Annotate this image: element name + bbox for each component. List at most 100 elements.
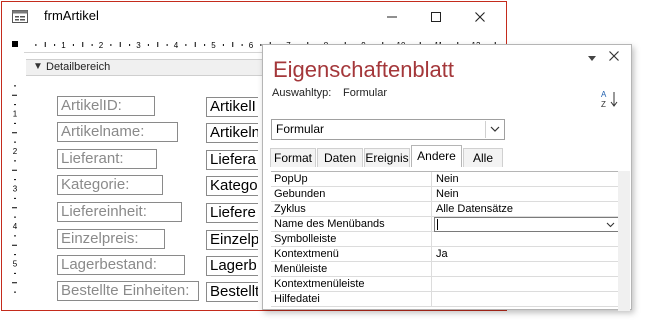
tab-andere[interactable]: Andere (411, 145, 462, 167)
property-row[interactable]: Gebunden Nein (271, 187, 619, 202)
property-value[interactable]: Alle Datensätze (434, 202, 619, 217)
svg-text:A: A (601, 90, 607, 99)
control-field[interactable]: Liefera (206, 150, 258, 170)
ruler-minor-tick (14, 160, 16, 162)
control-label[interactable]: ArtikelID: (57, 96, 155, 116)
object-selector-value: Formular (276, 122, 325, 136)
property-value[interactable] (434, 232, 619, 247)
ruler-tick-label: 2 (99, 41, 104, 50)
ruler-minor-tick (91, 44, 93, 46)
window-titlebar[interactable]: frmArtikel (2, 2, 506, 32)
property-sheet-pane: Eigenschaftenblatt Auswahltyp: Formular … (262, 44, 632, 311)
property-row[interactable]: Name des Menübands (271, 217, 619, 232)
ruler-minor-tick (14, 235, 16, 237)
ruler-tick-label: 1 (13, 110, 18, 119)
collapse-arrow-icon: ▼ (33, 61, 43, 72)
maximize-button[interactable] (414, 2, 458, 32)
property-name: Kontextmenü (271, 247, 432, 262)
tab-format[interactable]: Format (270, 148, 316, 167)
property-row[interactable]: Hilfedatei (271, 292, 619, 307)
sort-az-icon[interactable]: A Z (599, 89, 621, 109)
ruler-minor-tick (12, 94, 17, 96)
property-row[interactable]: Symbolleiste (271, 232, 619, 247)
property-dropdown-button[interactable] (603, 219, 617, 231)
property-row[interactable]: Kontextmenüleiste (271, 277, 619, 292)
property-tabs: Format Daten Ereignis Andere Alle (270, 145, 618, 167)
control-label[interactable]: Lieferant: (57, 149, 157, 169)
dropdown-arrow-icon[interactable] (587, 55, 597, 63)
control-label[interactable]: Einzelpreis: (57, 229, 165, 249)
property-name: Zyklus (271, 202, 432, 217)
ruler-minor-tick (166, 44, 168, 46)
ruler-minor-tick (14, 254, 16, 256)
property-value[interactable] (434, 292, 619, 307)
ruler-minor-tick (35, 44, 37, 46)
tab-ereignis[interactable]: Ereignis (364, 148, 410, 167)
ruler-minor-tick (54, 44, 56, 46)
control-label[interactable]: Lagerbestand: (57, 255, 185, 275)
control-field[interactable]: Lagerb (206, 256, 258, 276)
control-label[interactable]: Liefereinheit: (57, 202, 182, 222)
ruler-tick-label: 6 (249, 41, 254, 50)
ruler-minor-tick (14, 291, 16, 293)
ruler-minor-tick (204, 44, 206, 46)
tab-daten[interactable]: Daten (317, 148, 363, 167)
ruler-minor-tick (147, 44, 149, 46)
property-row[interactable]: Kontextmenü Ja (271, 247, 619, 262)
property-value[interactable]: Ja (434, 247, 619, 262)
ruler-minor-tick (232, 42, 234, 47)
property-row[interactable]: PopUp Nein (271, 172, 619, 187)
chevron-down-icon (606, 222, 614, 228)
control-field[interactable]: ArtikelI (206, 97, 258, 117)
ruler-tick-label: 4 (174, 41, 179, 50)
control-field[interactable]: Artikeln (206, 123, 258, 143)
close-button[interactable] (458, 2, 502, 32)
property-name: Hilfedatei (271, 292, 432, 307)
ruler-minor-tick (12, 132, 17, 134)
ruler-minor-tick (14, 179, 16, 181)
ruler-tick-label: 3 (136, 41, 141, 50)
property-value[interactable] (434, 277, 619, 292)
ruler-minor-tick (12, 244, 17, 246)
property-row[interactable]: Zyklus Alle Datensätze (271, 202, 619, 217)
tab-alle[interactable]: Alle (463, 148, 503, 167)
window-title: frmArtikel (44, 8, 99, 23)
ruler-minor-tick (14, 216, 16, 218)
section-label: Detailbereich (46, 61, 111, 73)
property-value[interactable]: Nein (434, 172, 619, 187)
control-label[interactable]: Kategorie: (57, 175, 163, 195)
ruler-minor-tick (14, 104, 16, 106)
minimize-icon (387, 16, 397, 18)
control-field[interactable]: Einzelpr (206, 230, 258, 250)
dropdown-button[interactable] (485, 121, 503, 138)
property-row[interactable]: Menüleiste (271, 262, 619, 277)
property-name: Kontextmenüleiste (271, 277, 432, 292)
ruler-minor-tick (110, 44, 112, 46)
control-field[interactable]: Liefere (206, 203, 258, 223)
control-label[interactable]: Artikelname: (57, 122, 178, 142)
vertical-ruler[interactable]: 1 2 3 4 5 (9, 52, 21, 310)
property-value-editor[interactable] (434, 217, 619, 232)
property-value[interactable] (434, 262, 619, 277)
control-field[interactable]: Bestellt (206, 282, 258, 302)
ruler-minor-tick (12, 282, 17, 284)
ruler-minor-tick (82, 42, 84, 47)
selection-type-label: Auswahltyp: (272, 87, 332, 99)
property-value[interactable]: Nein (434, 187, 619, 202)
ruler-minor-tick (12, 207, 17, 209)
control-field[interactable]: Katego (206, 176, 258, 196)
vertical-scrollbar[interactable] (618, 171, 630, 311)
svg-text:Z: Z (601, 100, 606, 109)
ruler-minor-tick (194, 42, 196, 47)
ruler-minor-tick (185, 44, 187, 46)
close-icon[interactable] (608, 50, 620, 62)
ruler-corner-selector[interactable] (9, 38, 21, 50)
ruler-tick-label: 2 (13, 147, 18, 156)
ruler-tick-label: 5 (13, 260, 18, 269)
control-label[interactable]: Bestellte Einheiten: (57, 281, 199, 301)
form-icon (12, 10, 28, 23)
property-sheet-title: Eigenschaftenblatt (273, 57, 455, 82)
minimize-button[interactable] (370, 2, 414, 32)
ruler-minor-tick (119, 42, 121, 47)
object-selector-dropdown[interactable]: Formular (271, 119, 505, 140)
